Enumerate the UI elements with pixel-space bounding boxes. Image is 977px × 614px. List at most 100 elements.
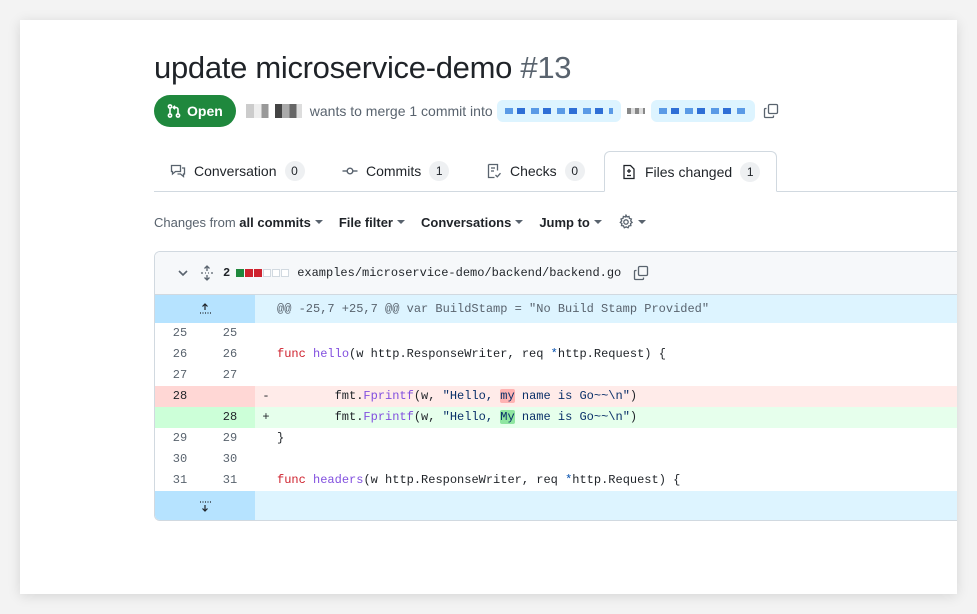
- tab-count: 0: [284, 161, 305, 181]
- old-line-number[interactable]: 26: [155, 344, 205, 365]
- pr-title: update microservice-demo: [154, 50, 513, 85]
- tab-count: 1: [740, 161, 761, 182]
- tab-checks[interactable]: Checks 0: [486, 151, 585, 191]
- file-diff-icon: [623, 164, 635, 179]
- old-line-number[interactable]: 25: [155, 323, 205, 344]
- diffstat-add: [236, 269, 245, 277]
- code-line: fmt.Fprintf(w, "Hello, my name is Go~~\n…: [277, 389, 638, 403]
- tab-count: 1: [429, 161, 450, 181]
- pr-tabs: Conversation 0 Commits 1 Checks 0 Files …: [154, 151, 957, 192]
- file-header: 2 examples/microservice-demo/backend/bac…: [155, 252, 957, 295]
- changes-from-prefix: Changes from: [154, 214, 236, 230]
- diff-settings-dropdown[interactable]: [618, 214, 646, 230]
- diff-sign: [255, 428, 277, 449]
- head-branch-redacted[interactable]: [650, 100, 755, 122]
- diff-sign: -: [262, 389, 270, 403]
- expand-up-button[interactable]: [155, 295, 255, 323]
- file-filter-label: File filter: [338, 214, 393, 230]
- diff-line: 30 30: [155, 449, 957, 470]
- expand-down-icon: [200, 500, 211, 512]
- code-line: func hello(w http.ResponseWriter, req *h…: [277, 347, 666, 361]
- changes-count: 2: [223, 266, 231, 280]
- new-line-number[interactable]: 25: [205, 323, 255, 344]
- diff-sign: [255, 365, 277, 386]
- diff-toolbar: Changes from all commits File filter Con…: [154, 212, 662, 232]
- old-line-number[interactable]: [155, 407, 205, 428]
- copy-icon[interactable]: [763, 103, 779, 119]
- diff-sign: [255, 449, 277, 470]
- copy-icon[interactable]: [633, 265, 649, 281]
- tab-label: Files changed: [645, 163, 733, 180]
- hunk-header-text: @@ -25,7 +25,7 @@ var BuildStamp = "No B…: [277, 302, 710, 316]
- caret-down-icon: [515, 220, 524, 224]
- new-line-number[interactable]: 30: [205, 449, 255, 470]
- status-label: Open: [187, 103, 223, 119]
- old-line-number[interactable]: 31: [155, 470, 205, 491]
- diffstat-del: [254, 269, 263, 277]
- commit-icon: [342, 167, 358, 175]
- hunk-header-row: @@ -25,7 +25,7 @@ var BuildStamp = "No B…: [155, 295, 957, 323]
- new-line-number[interactable]: 27: [205, 365, 255, 386]
- new-line-number[interactable]: 29: [205, 428, 255, 449]
- pr-page: update microservice-demo #13 Open wants …: [20, 20, 957, 594]
- branch-separator: [626, 108, 645, 114]
- new-line-number[interactable]: [205, 386, 255, 407]
- base-branch-redacted[interactable]: [496, 100, 621, 122]
- code-line: func headers(w http.ResponseWriter, req …: [277, 473, 681, 487]
- unfold-icon[interactable]: [199, 265, 215, 281]
- diff-sign: [255, 323, 277, 344]
- tab-conversation[interactable]: Conversation 0: [170, 151, 305, 191]
- diffstat-neutral: [263, 269, 272, 277]
- code-line: fmt.Fprintf(w, "Hello, My name is Go~~\n…: [277, 410, 638, 424]
- caret-down-icon: [593, 220, 602, 224]
- tab-commits[interactable]: Commits 1: [342, 151, 450, 191]
- diffstat-del: [245, 269, 254, 277]
- expand-down-button[interactable]: [155, 491, 255, 520]
- conversations-dropdown[interactable]: Conversations: [421, 215, 524, 230]
- diff-line-deleted: 28 - fmt.Fprintf(w, "Hello, my name is G…: [155, 386, 957, 407]
- diff-line: 26 26 func hello(w http.ResponseWriter, …: [155, 344, 957, 365]
- file-filter-dropdown[interactable]: File filter: [339, 215, 405, 230]
- file-path-link[interactable]: examples/microservice-demo/backend/backe…: [297, 266, 621, 280]
- code-line: }: [277, 431, 285, 445]
- old-line-number[interactable]: 30: [155, 449, 205, 470]
- author-name-redacted[interactable]: [245, 104, 302, 118]
- comment-icon: [170, 164, 186, 178]
- status-badge: Open: [154, 95, 236, 127]
- diff-sign: [255, 470, 277, 491]
- old-line-number[interactable]: 28: [155, 386, 205, 407]
- checklist-icon: [487, 163, 501, 179]
- old-line-number[interactable]: 27: [155, 365, 205, 386]
- diff-line: 31 31 func headers(w http.ResponseWriter…: [155, 470, 957, 491]
- caret-down-icon: [397, 220, 405, 224]
- diff-sign: +: [262, 410, 270, 424]
- diffstat: [236, 269, 290, 277]
- chevron-down-icon[interactable]: [175, 265, 191, 281]
- expand-up-icon: [200, 303, 211, 314]
- pr-meta: Open wants to merge 1 commit into: [154, 95, 779, 127]
- diff-sign: [255, 344, 277, 365]
- changes-from-value: all commits: [239, 214, 311, 230]
- tab-label: Commits: [366, 163, 422, 179]
- new-line-number[interactable]: 31: [205, 470, 255, 491]
- tab-label: Conversation: [194, 163, 277, 179]
- tab-count: 0: [564, 161, 585, 181]
- old-line-number[interactable]: 29: [155, 428, 205, 449]
- diff-line-added: 28 + fmt.Fprintf(w, "Hello, My name is G…: [155, 407, 957, 428]
- caret-down-icon: [637, 220, 646, 224]
- new-line-number[interactable]: 28: [205, 407, 255, 428]
- diff-line: 25 25: [155, 323, 957, 344]
- diffstat-neutral: [272, 269, 281, 277]
- jump-to-dropdown[interactable]: Jump to: [539, 215, 602, 230]
- new-line-number[interactable]: 26: [205, 344, 255, 365]
- diff-line: 27 27: [155, 365, 957, 386]
- diff-line: 29 29 }: [155, 428, 957, 449]
- tab-files-changed[interactable]: Files changed 1: [604, 151, 778, 192]
- expand-down-row: [155, 491, 957, 520]
- changes-from-dropdown[interactable]: Changes from all commits: [154, 215, 323, 230]
- gear-icon: [619, 214, 633, 229]
- jump-to-label: Jump to: [539, 214, 590, 230]
